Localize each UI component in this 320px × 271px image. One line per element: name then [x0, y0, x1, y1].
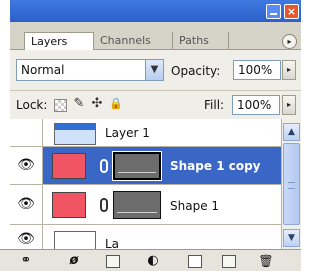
close-button[interactable]: ×: [284, 4, 299, 19]
layer-name: Layer 1: [105, 126, 150, 140]
chevron-down-icon: ▼: [150, 64, 159, 75]
padlock-icon[interactable]: 🔒: [109, 97, 123, 111]
layer-thumbnail: [54, 123, 96, 145]
layers-scrollbar[interactable]: ▲ ▼: [281, 119, 301, 249]
delete-layer-icon[interactable]: 🗑: [258, 253, 274, 269]
layers-list: Layer 1 👁 Shape 1 copy 👁 Shape 1 👁 La: [10, 119, 281, 249]
panel-menu-icon: ▸: [287, 37, 292, 46]
title-bar: ×: [10, 0, 301, 22]
vector-mask-thumbnail: [112, 151, 162, 181]
tab-channels[interactable]: Channels: [94, 32, 173, 50]
link-icon: [100, 159, 108, 173]
visibility-toggle[interactable]: 👁: [10, 225, 43, 249]
lock-label: Lock:: [16, 98, 48, 112]
arrow-right-icon: ▸: [286, 100, 291, 109]
eye-icon: 👁: [17, 157, 35, 173]
add-mask-icon[interactable]: [106, 255, 120, 268]
layer-name: Shape 1: [170, 199, 220, 213]
move-icon[interactable]: ✣: [90, 97, 104, 111]
opacity-field[interactable]: 100%: [233, 60, 281, 80]
layers-panel: × Layers Channels Paths ▸ Normal ▼ Opaci…: [0, 0, 301, 271]
vector-mask-thumbnail: [113, 191, 161, 219]
close-icon: ×: [286, 5, 297, 18]
layer-row[interactable]: Layer 1: [10, 119, 281, 147]
scroll-thumb[interactable]: [283, 143, 300, 225]
new-group-icon[interactable]: [188, 255, 202, 268]
scroll-down-button[interactable]: ▼: [283, 229, 300, 247]
blend-mode-select[interactable]: Normal ▼: [16, 59, 164, 81]
arrow-down-icon: ▼: [288, 233, 295, 243]
visibility-toggle[interactable]: 👁: [10, 147, 43, 184]
opacity-label: Opacity:: [171, 64, 221, 78]
fill-field[interactable]: 100%: [232, 95, 280, 115]
scroll-up-button[interactable]: ▲: [283, 123, 300, 141]
arrow-up-icon: ▲: [288, 127, 295, 137]
visibility-toggle[interactable]: 👁: [10, 185, 43, 224]
tab-paths[interactable]: Paths: [173, 32, 229, 50]
panel-tabs: Layers Channels Paths ▸: [10, 22, 301, 50]
layer-style-icon[interactable]: ø: [66, 253, 82, 269]
tab-channels-label: Channels: [100, 34, 151, 47]
layer-thumbnail: [54, 231, 96, 249]
shape-thumbnail: [52, 192, 86, 218]
brush-icon[interactable]: ✎: [72, 97, 86, 111]
tab-paths-label: Paths: [179, 34, 209, 47]
blend-opacity-row: Normal ▼ Opacity: 100% ▸: [10, 50, 301, 90]
shape-thumbnail: [52, 153, 86, 179]
arrow-right-icon: ▸: [286, 65, 291, 74]
fill-label: Fill:: [204, 98, 225, 112]
eye-icon: 👁: [17, 196, 35, 212]
layers-footer: ⚭ ø ◐ 🗑: [0, 249, 301, 271]
panel-menu-button[interactable]: ▸: [282, 34, 297, 49]
tab-layers[interactable]: Layers: [24, 32, 94, 50]
opacity-slider-button[interactable]: ▸: [282, 60, 296, 80]
eye-icon: 👁: [17, 231, 35, 247]
minimize-button[interactable]: [266, 4, 281, 19]
layer-row[interactable]: 👁 La: [10, 225, 281, 249]
layer-row[interactable]: 👁 Shape 1: [10, 185, 281, 225]
transparency-lock-icon[interactable]: [54, 99, 67, 112]
new-layer-icon[interactable]: [222, 255, 236, 268]
dropdown-arrow-icon[interactable]: ▼: [145, 60, 163, 80]
layer-row[interactable]: 👁 Shape 1 copy: [10, 147, 281, 185]
layer-name: La: [105, 237, 120, 249]
fill-slider-button[interactable]: ▸: [282, 95, 296, 115]
lock-fill-row: Lock: ✎ ✣ 🔒 Fill: 100% ▸: [10, 91, 301, 119]
link-layers-icon[interactable]: ⚭: [18, 253, 34, 269]
visibility-toggle[interactable]: [10, 119, 43, 146]
tab-layers-label: Layers: [31, 35, 68, 48]
link-icon: [100, 198, 108, 212]
blend-mode-value: Normal: [21, 63, 65, 77]
layer-name: Shape 1 copy: [170, 159, 261, 173]
adjustment-layer-icon[interactable]: ◐: [145, 253, 161, 269]
